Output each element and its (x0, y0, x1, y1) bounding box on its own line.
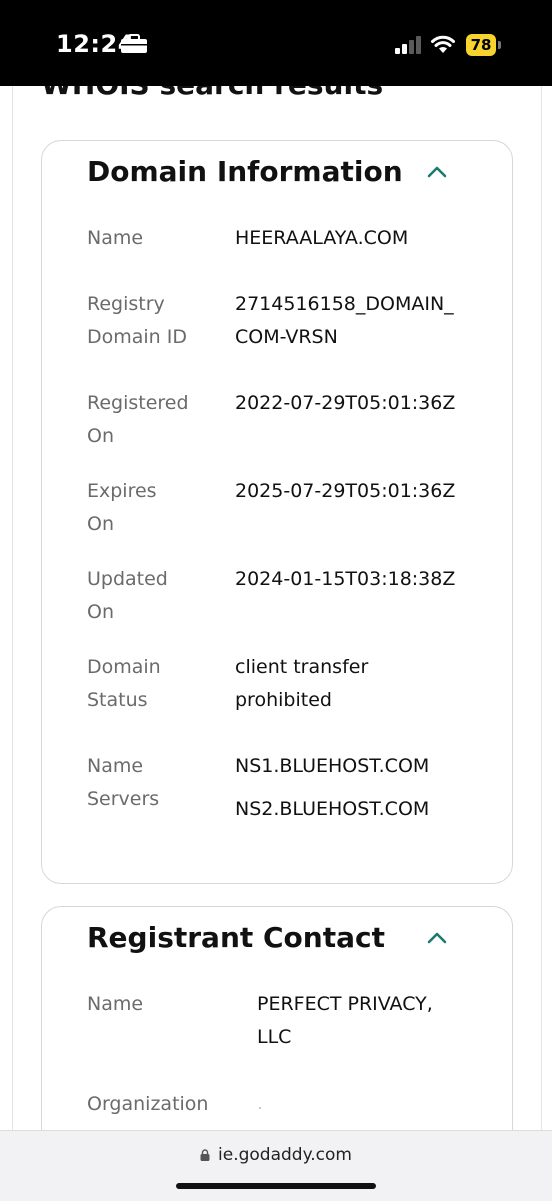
domain-info-row-value: NS1.BLUEHOST.COM (235, 755, 430, 777)
domain-information-title: Domain Information (87, 155, 403, 188)
battery-level: 78 (466, 34, 496, 56)
registrant-row-value: LLC (257, 1026, 292, 1048)
domain-info-row-value: 2714516158_DOMAIN_ (235, 293, 454, 315)
domain-info-row-label: Expires (87, 480, 157, 502)
domain-info-row-label: Domain ID (87, 326, 188, 348)
registrant-row-label: Name (87, 993, 144, 1015)
page-heading: WHOIS search results (41, 86, 383, 101)
domain-info-row-label: Updated (87, 568, 168, 590)
domain-info-row-value: client transfer (235, 656, 369, 678)
domain-info-row-label: On (87, 425, 114, 447)
registrant-row-label: Organization (87, 1093, 209, 1115)
domain-info-row-label: Registered (87, 392, 189, 414)
chevron-up-icon[interactable] (426, 929, 448, 945)
registrant-contact-title: Registrant Contact (87, 921, 385, 954)
home-indicator[interactable] (176, 1183, 376, 1189)
wifi-icon (431, 35, 455, 53)
domain-info-row-label: Domain (87, 656, 161, 678)
domain-info-row-value: 2025-07-29T05:01:36Z (235, 480, 456, 502)
chevron-up-icon[interactable] (426, 163, 448, 179)
domain-info-row-label: On (87, 513, 114, 535)
domain-info-row-label: On (87, 601, 114, 623)
domain-info-row-value: HEERAALAYA.COM (235, 227, 409, 249)
page-content[interactable]: WHOIS search results Domain Information … (12, 86, 542, 1130)
registrant-contact-card: Registrant Contact Name PERFECT PRIVACY, L… (41, 906, 513, 1130)
domain-info-row-value: 2024-01-15T03:18:38Z (235, 568, 456, 590)
domain-info-row-label: Name (87, 755, 144, 777)
domain-info-row-value: prohibited (235, 689, 332, 711)
domain-info-row-value: 2022-07-29T05:01:36Z (235, 392, 456, 414)
battery-nub (498, 41, 501, 49)
domain-information-card: Domain Information Name HEERAALAYA.COM Reg… (41, 140, 513, 884)
domain-info-row-label: Servers (87, 788, 160, 810)
domain-info-row-label: Name (87, 227, 144, 249)
empty-value-marker (259, 1107, 261, 1109)
domain-info-row-value: NS2.BLUEHOST.COM (235, 798, 430, 820)
registrant-row-value: PERFECT PRIVACY, (257, 993, 433, 1015)
address-bar-content[interactable]: ie.godaddy.com (0, 1145, 552, 1165)
address-url[interactable]: ie.godaddy.com (218, 1145, 352, 1165)
battery-icon: 78 (466, 34, 502, 56)
status-bar: 12:24 78 (0, 0, 552, 86)
domain-info-row-value: COM-VRSN (235, 326, 338, 348)
briefcase-icon (121, 34, 147, 53)
domain-info-row-label: Registry (87, 293, 165, 315)
cellular-signal-icon (395, 36, 421, 54)
address-bar[interactable]: ie.godaddy.com (0, 1130, 552, 1201)
domain-info-row-label: Status (87, 689, 148, 711)
lock-icon (200, 1149, 210, 1161)
